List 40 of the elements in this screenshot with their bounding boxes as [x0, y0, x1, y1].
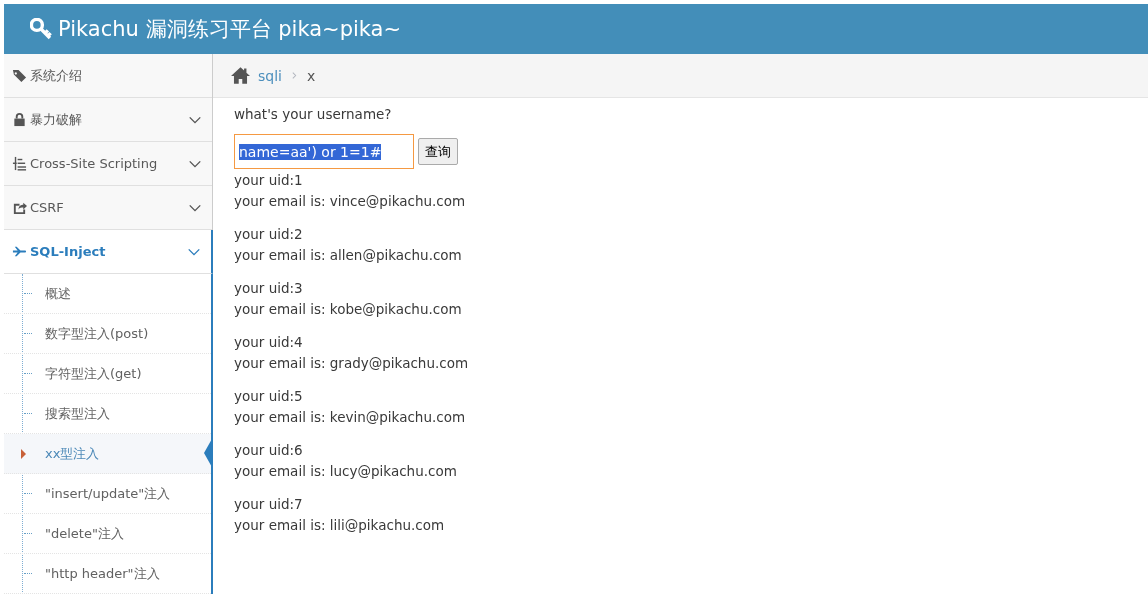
result-text: your email is: lucy@pikachu.com [234, 462, 458, 481]
submenu-item[interactable]: "delete"注入 [4, 514, 211, 554]
result-text: your email is: allen@pikachu.com [234, 246, 463, 265]
breadcrumb-text: x [306, 67, 316, 84]
sidebar-item[interactable]: 暴力破解 [4, 98, 212, 142]
result-text: your uid:6 [234, 441, 304, 460]
pointer-icon [204, 437, 213, 469]
home-icon [231, 66, 250, 85]
sidebar-item[interactable]: 系统介绍 [4, 54, 212, 98]
list-icon [12, 156, 27, 171]
result-text: your uid:2 [234, 225, 304, 244]
result-text: your uid:1 [234, 171, 304, 190]
plane-icon [12, 244, 27, 259]
sidebar-item[interactable]: Cross-Site Scripting [4, 142, 212, 186]
result-text: your email is: vince@pikachu.com [234, 192, 467, 211]
caret-icon [21, 449, 26, 459]
submenu-item[interactable]: "insert/update"注入 [4, 474, 211, 514]
result-text: your uid:3 [234, 279, 304, 298]
sidebar-item[interactable]: SQL-Inject [4, 230, 213, 274]
submenu-item[interactable]: "http header"注入 [4, 554, 211, 594]
submenu-item[interactable]: 数字型注入(post) [4, 314, 211, 354]
input-field[interactable]: name=aa') or 1=1# [234, 134, 414, 169]
result-text: your email is: kevin@pikachu.com [234, 408, 467, 427]
result-text: your uid:7 [234, 495, 304, 514]
submenu-item[interactable]: xx型注入 [4, 434, 211, 474]
sidebar-item[interactable]: CSRF [4, 186, 212, 230]
result-text: your email is: lili@pikachu.com [234, 516, 446, 535]
share-icon [12, 200, 27, 215]
question-label: what's your username? [234, 106, 393, 122]
submenu-item[interactable]: 概述 [4, 274, 211, 314]
query-button[interactable]: 查询 [418, 138, 458, 165]
site-title: Pikachu 漏洞练习平台 pika~pika~ [58, 16, 402, 43]
result-text: your uid:4 [234, 333, 304, 352]
tag-icon [12, 68, 27, 83]
result-text: your email is: kobe@pikachu.com [234, 300, 463, 319]
key-icon [30, 18, 52, 40]
lock-icon [12, 112, 27, 127]
submenu-item[interactable]: 字符型注入(get) [4, 354, 211, 394]
result-text: your email is: grady@pikachu.com [234, 354, 470, 373]
result-text: your uid:5 [234, 387, 304, 406]
